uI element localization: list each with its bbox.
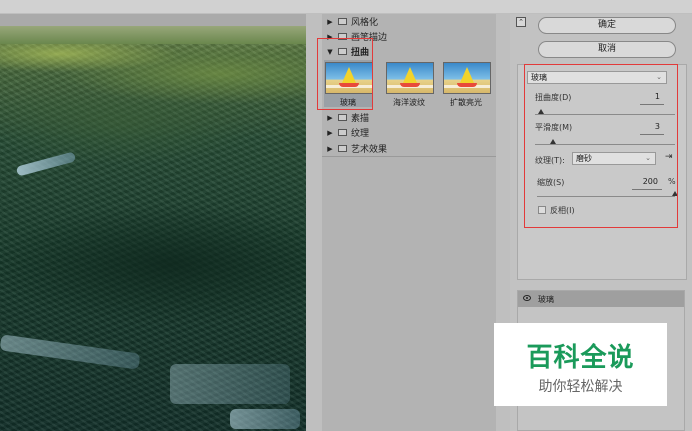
folder-icon — [338, 33, 347, 40]
thumb-label: 扩散亮光 — [450, 98, 482, 107]
scale-label: 缩放(S) — [537, 178, 565, 187]
folder-icon — [338, 145, 347, 152]
river-highlight — [0, 334, 141, 370]
folder-icon — [338, 129, 347, 136]
scale-slider-track[interactable] — [537, 196, 675, 197]
invert-label: 反相(I) — [550, 206, 575, 215]
watermark-logo: 百科全说 助你轻松解决 — [494, 323, 667, 406]
folder-open-icon — [338, 48, 347, 55]
scale-slider-thumb[interactable] — [672, 191, 678, 196]
texture-label: 纹理(T): — [535, 156, 565, 165]
smoothness-label: 平滑度(M) — [535, 123, 573, 132]
folder-label: 风格化 — [351, 18, 379, 28]
effect-layer-row[interactable]: 玻璃 — [518, 291, 684, 307]
thumb-label: 海洋波纹 — [393, 98, 425, 107]
canvas-top-edge — [0, 26, 306, 44]
folder-sketch[interactable]: ▶ 素描 — [322, 110, 496, 125]
thumbnail-image — [443, 62, 491, 94]
expand-arrow-icon: ▶ — [327, 113, 333, 122]
smoothness-slider-thumb[interactable] — [550, 139, 556, 144]
distortion-input-underline — [640, 104, 664, 105]
thumbnail-image — [325, 62, 373, 94]
collapse-arrow-icon: ▼ — [327, 47, 333, 56]
folder-stylize[interactable]: ▶ 风格化 — [322, 14, 496, 29]
scale-unit: % — [668, 177, 676, 186]
watermark-subtitle: 助你轻松解决 — [538, 379, 623, 395]
filter-select[interactable]: 玻璃 ⌄ — [527, 71, 667, 84]
expand-arrow-icon: ▶ — [327, 32, 333, 41]
distortion-slider-thumb[interactable] — [538, 109, 544, 114]
folder-artistic[interactable]: ▶ 艺术效果 — [322, 141, 496, 156]
texture-select[interactable]: 磨砂 ⌄ — [572, 152, 656, 165]
river-highlight — [170, 364, 290, 404]
smoothness-slider-track[interactable] — [535, 144, 675, 145]
window-top-strip — [0, 0, 692, 13]
collapse-panel-icon[interactable]: ⌃ — [516, 17, 526, 27]
folder-texture[interactable]: ▶ 纹理 — [322, 125, 496, 140]
distortion-slider-track[interactable] — [535, 114, 675, 115]
folder-label: 扭曲 — [351, 48, 370, 58]
filter-thumb-ocean-ripple[interactable]: 海洋波纹 — [385, 60, 434, 107]
texture-select-value: 磨砂 — [576, 154, 592, 163]
divider — [322, 156, 496, 157]
distortion-value[interactable]: 1 — [640, 92, 660, 101]
river-highlight — [230, 409, 300, 429]
cancel-button[interactable]: 取消 — [538, 41, 676, 58]
expand-arrow-icon: ▶ — [327, 144, 333, 153]
preview-canvas[interactable] — [0, 14, 306, 431]
folder-icon — [338, 114, 347, 121]
folder-label: 纹理 — [351, 129, 370, 139]
invert-checkbox[interactable] — [538, 206, 546, 214]
folder-icon — [338, 18, 347, 25]
filter-list-panel: ▶ 风格化 ▶ 画笔描边 ▼ 扭曲 玻璃 海洋波纹 扩散亮光 ▶ 素描 ▶ 纹理… — [322, 14, 496, 431]
texture-menu-icon[interactable]: ⇥ — [665, 152, 673, 162]
filter-thumb-diffuse-glow[interactable]: 扩散亮光 — [442, 60, 491, 107]
ok-button[interactable]: 确定 — [538, 17, 676, 34]
smoothness-input-underline — [640, 134, 664, 135]
expand-arrow-icon: ▶ — [327, 128, 333, 137]
filter-thumb-glass[interactable]: 玻璃 — [324, 60, 373, 107]
folder-distort[interactable]: ▼ 扭曲 — [322, 44, 496, 59]
effect-layer-label: 玻璃 — [538, 295, 554, 304]
canvas-top-edge — [0, 14, 306, 26]
distortion-label: 扭曲度(D) — [535, 93, 572, 102]
chevron-down-icon: ⌄ — [656, 73, 662, 81]
filter-select-value: 玻璃 — [531, 73, 547, 82]
eye-icon[interactable] — [523, 295, 531, 301]
watermark-title: 百科全说 — [526, 343, 635, 373]
river-highlight — [15, 151, 77, 177]
scale-input-underline — [632, 189, 662, 190]
chevron-down-icon: ⌄ — [645, 154, 651, 162]
folder-label: 艺术效果 — [351, 145, 388, 155]
thumbnail-image — [386, 62, 434, 94]
folder-brush-strokes[interactable]: ▶ 画笔描边 — [322, 29, 496, 44]
scale-value[interactable]: 200 — [632, 177, 658, 186]
smoothness-value[interactable]: 3 — [640, 122, 660, 131]
expand-arrow-icon: ▶ — [327, 17, 333, 26]
thumb-label: 玻璃 — [340, 98, 356, 107]
folder-label: 画笔描边 — [351, 33, 388, 43]
folder-label: 素描 — [351, 114, 370, 124]
